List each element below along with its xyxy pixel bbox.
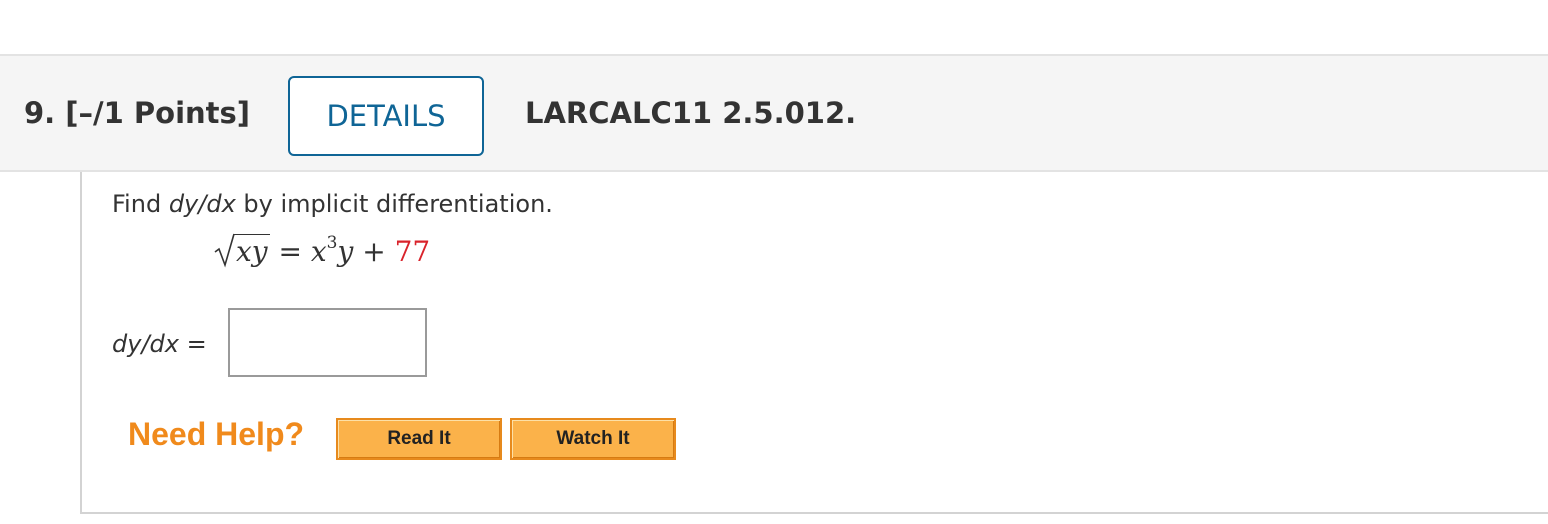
term-var: y [337, 235, 354, 268]
details-button[interactable]: DETAILS [288, 76, 484, 156]
read-it-button[interactable]: Read It [336, 418, 502, 460]
question-body: Find dy/dx by implicit differentiation. … [80, 172, 1548, 514]
answer-label-equals: = [178, 330, 207, 358]
answer-label-derivative: dy/dx [112, 330, 179, 358]
problem-prompt: Find dy/dx by implicit differentiation. [112, 190, 553, 218]
watch-it-button[interactable]: Watch It [510, 418, 676, 460]
question-number-points: 9. [–/1 Points] [24, 96, 251, 130]
term-base: x [310, 235, 327, 268]
term-exponent: 3 [326, 233, 338, 253]
answer-label: dy/dx = [112, 330, 207, 358]
equation: xy = x3y + 77 [214, 233, 431, 268]
equals-sign: = [269, 235, 311, 268]
equation-constant: 77 [394, 235, 431, 268]
question-header: 9. [–/1 Points] DETAILS LARCALC11 2.5.01… [0, 54, 1548, 172]
prompt-derivative: dy/dx [168, 190, 236, 218]
radicand: xy [234, 234, 270, 268]
radical-sign-icon [214, 233, 235, 268]
plus-sign: + [353, 235, 395, 268]
answer-input[interactable] [228, 308, 427, 377]
question-code: LARCALC11 2.5.012. [525, 96, 857, 130]
prompt-prefix: Find [112, 190, 169, 218]
prompt-suffix: by implicit differentiation. [235, 190, 553, 218]
need-help-label: Need Help? [128, 416, 305, 452]
square-root: xy [214, 233, 270, 268]
